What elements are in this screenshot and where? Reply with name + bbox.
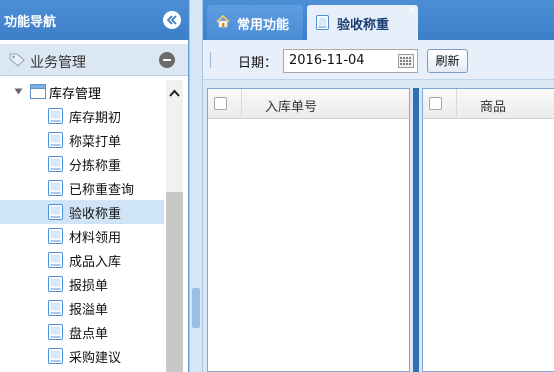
splitter-handle[interactable] (192, 288, 200, 328)
select-all-checkbox[interactable] (214, 97, 227, 110)
chevron-up-icon (169, 89, 180, 97)
scroll-thumb[interactable] (166, 192, 183, 372)
tree-item-label: 报溢单 (69, 303, 109, 318)
tree-item-label: 验收称重 (69, 207, 122, 222)
document-icon (48, 228, 63, 244)
tag-icon (9, 53, 25, 67)
tree-item[interactable]: 盘点单 (0, 320, 164, 344)
tree-item-label: 盘点单 (69, 327, 109, 342)
tree-item-label: 分拣称重 (69, 159, 122, 174)
tree-item[interactable]: 采购建议 (0, 344, 164, 368)
section-label: 业务管理 (30, 55, 86, 71)
select-all-checkbox[interactable] (429, 97, 442, 110)
collapse-section-icon[interactable] (159, 52, 175, 68)
sidebar-header: 功能导航 (0, 0, 189, 40)
document-icon (48, 300, 63, 316)
caret-down-icon (14, 88, 23, 95)
document-icon (48, 204, 63, 220)
tree-item[interactable]: 称菜打单 (0, 128, 164, 152)
sidebar: 功能导航 业务管理 库存管理 库存期初称菜打单分拣称重已称重查询验收称重材料领用… (0, 0, 189, 372)
grid-splitter[interactable] (413, 88, 419, 372)
toolbar: 日期： 2016-11-04 刷新 (203, 40, 554, 80)
tree-item-label: 成品入库 (69, 255, 122, 270)
folder-icon (30, 84, 46, 99)
date-field[interactable]: 2016-11-04 (283, 49, 418, 73)
tree-item-label: 采购建议 (69, 351, 122, 366)
document-icon (48, 276, 63, 292)
home-icon (216, 15, 230, 28)
tree-item-label: 称菜打单 (69, 135, 122, 150)
tab-bar: 常用功能 验收称重 × (203, 0, 554, 40)
double-chevron-left-icon (167, 15, 177, 25)
nav-tree: 库存管理 库存期初称菜打单分拣称重已称重查询验收称重材料领用成品入库报损单报溢单… (0, 80, 166, 372)
sidebar-scrollbar[interactable] (166, 80, 183, 372)
column-divider (241, 89, 242, 119)
grid-header: 商品 (423, 89, 554, 119)
tab-label: 常用功能 (237, 18, 290, 33)
grid-header: 入库单号 (208, 89, 409, 119)
column-header-order-number[interactable]: 入库单号 (265, 96, 317, 115)
tree-item[interactable]: 材料领用 (0, 224, 164, 248)
column-header-goods[interactable]: 商品 (480, 96, 506, 115)
calendar-icon[interactable] (398, 54, 414, 68)
tree-item[interactable]: 库存期初 (0, 104, 164, 128)
tree-item[interactable]: 成品入库 (0, 248, 164, 272)
tree-node-inventory-management[interactable]: 库存管理 (0, 80, 164, 104)
collapse-sidebar-button[interactable] (163, 11, 181, 29)
tab-common-functions[interactable]: 常用功能 (207, 5, 303, 40)
scroll-up-button[interactable] (166, 82, 183, 104)
tree-item-label: 库存期初 (69, 111, 122, 126)
document-icon (48, 108, 63, 124)
section-header-business[interactable]: 业务管理 (0, 44, 188, 76)
date-label: 日期： (238, 56, 278, 71)
document-icon (316, 15, 329, 30)
tab-label: 验收称重 (337, 18, 390, 33)
document-icon (48, 180, 63, 196)
inbound-order-grid: 入库单号 (207, 88, 410, 372)
tree-item-label: 材料领用 (69, 231, 122, 246)
tab-acceptance-weighing[interactable]: 验收称重 × (307, 5, 418, 40)
tree-root-label: 库存管理 (49, 87, 102, 102)
layout-splitter[interactable] (189, 0, 203, 372)
close-tab-icon[interactable]: × (407, 5, 416, 16)
document-icon (48, 132, 63, 148)
toolbar-separator (210, 52, 211, 68)
tree-item[interactable]: 分拣称重 (0, 152, 164, 176)
date-value: 2016-11-04 (289, 53, 365, 68)
tree-item[interactable]: 验收称重 (0, 200, 164, 224)
document-icon (48, 252, 63, 268)
refresh-button[interactable]: 刷新 (427, 49, 468, 73)
tree-item-label: 报损单 (69, 279, 109, 294)
sidebar-title: 功能导航 (4, 15, 57, 30)
document-icon (48, 348, 63, 364)
goods-grid: 商品 (422, 88, 554, 372)
content-area: 入库单号 商品 (203, 80, 554, 372)
tree-item[interactable]: 报溢单 (0, 296, 164, 320)
document-icon (48, 156, 63, 172)
column-divider (456, 89, 457, 119)
tree-item[interactable]: 已称重查询 (0, 176, 164, 200)
tree-item-label: 已称重查询 (69, 183, 135, 198)
tree-item[interactable]: 报损单 (0, 272, 164, 296)
document-icon (48, 324, 63, 340)
